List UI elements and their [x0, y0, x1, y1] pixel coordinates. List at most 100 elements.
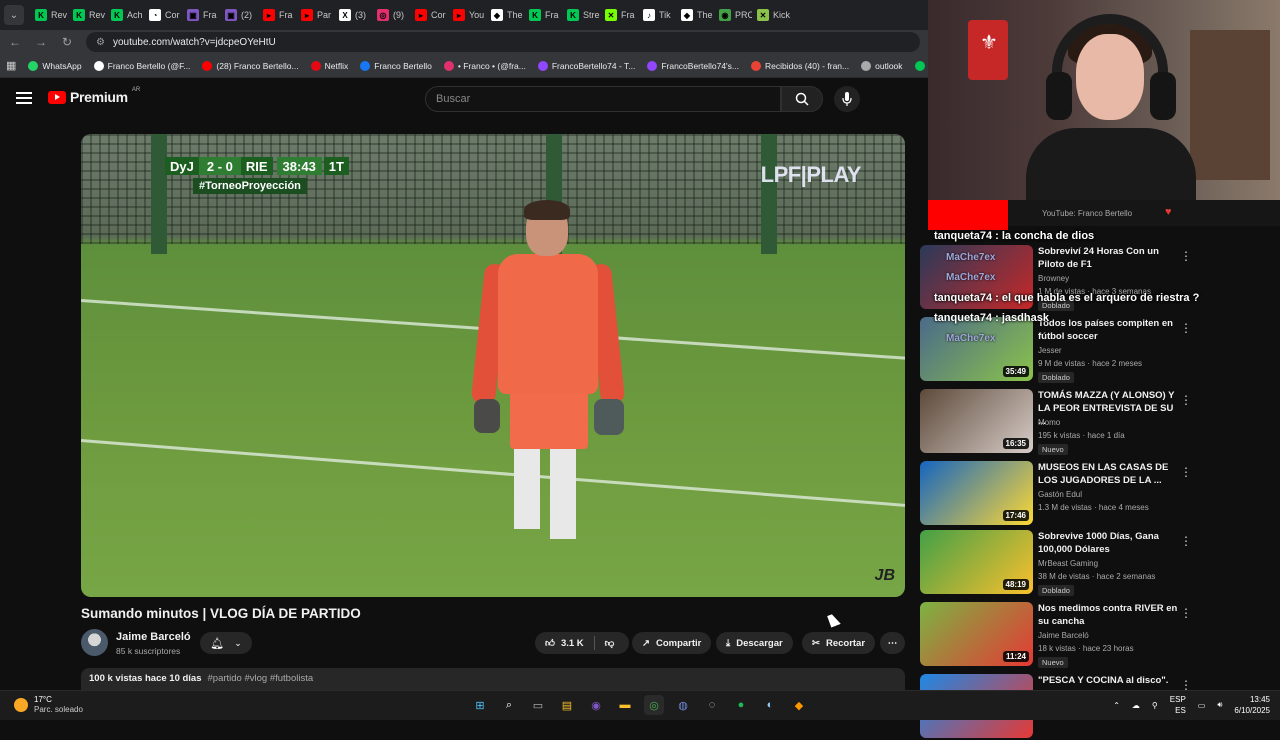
browser-tab[interactable]: ◆ The [486, 2, 524, 28]
like-count[interactable]: 3.1 K [561, 638, 584, 649]
download-button[interactable]: ⤓ Descargar [716, 632, 793, 654]
steam-icon[interactable]: ◐ [760, 695, 780, 715]
more-actions-button[interactable]: ⋯ [880, 632, 905, 654]
browser-tab[interactable]: K Ach [106, 2, 144, 28]
apps-grid-icon[interactable]: ▦ [6, 59, 16, 72]
video-thumbnail[interactable]: 48:19 [920, 530, 1033, 594]
bookmark[interactable]: FrancoBertello74's... [647, 60, 739, 71]
recommended-video[interactable]: 35:49 Todos los países compiten en fútbol… [920, 317, 1270, 383]
bookmark[interactable]: Netflix [310, 60, 348, 71]
recommended-video[interactable]: 17:46 MUSEOS EN LAS CASAS DE LOS JUGADORE… [920, 461, 1270, 527]
description-box[interactable]: 100 k vistas hace 10 días #partido #vlog… [81, 668, 905, 690]
browser-tab[interactable]: K Stre [562, 2, 600, 28]
search-input[interactable]: Buscar [425, 86, 781, 112]
more-options-icon[interactable]: ⋮ [1180, 606, 1192, 620]
bookmark[interactable]: • Franco • (@fra... [443, 60, 526, 71]
browser-tab[interactable]: ▸ You [448, 2, 486, 28]
browser-tab[interactable]: ▣ Fra [182, 2, 220, 28]
video-thumbnail[interactable]: 11:24 [920, 602, 1033, 666]
obs-icon[interactable]: ◌ [702, 695, 722, 715]
volume-icon[interactable]: 🔊︎ [1217, 700, 1222, 710]
task-view-icon[interactable]: ▭ [528, 695, 548, 715]
browser-tab[interactable]: ▸ Cor [410, 2, 448, 28]
browser-tab[interactable]: ▣ (2) [220, 2, 258, 28]
tab-search-icon[interactable]: ⌄ [4, 5, 24, 25]
hashtags[interactable]: #partido #vlog #futbolista [208, 673, 314, 685]
app-icon[interactable]: ◆ [789, 695, 809, 715]
bookmark[interactable]: Franco Bertello [360, 60, 432, 71]
recommended-channel[interactable]: MrBeast Gaming [1038, 559, 1098, 568]
thumbs-up-icon[interactable]: 👍︎ [545, 637, 555, 649]
voice-search-button[interactable] [834, 86, 860, 112]
forward-icon[interactable]: → [34, 35, 48, 49]
browser-tab[interactable]: K Fra [524, 2, 562, 28]
bookmark[interactable]: Recibidos (40) - fran... [751, 60, 849, 71]
video-player[interactable]: DyJ 2 - 0 RIE 38:43 1T #TorneoProyección… [81, 134, 905, 597]
site-info-icon[interactable]: ⚙ [96, 37, 105, 48]
video-thumbnail[interactable]: 16:35 [920, 389, 1033, 453]
microphone-icon[interactable]: ⚲ [1152, 701, 1158, 710]
discord-icon[interactable]: ◍ [673, 695, 693, 715]
browser-tab[interactable]: ▸ Par [296, 2, 334, 28]
language-indicator[interactable]: ESP ES [1170, 694, 1186, 716]
bookmark[interactable]: WhatsApp [28, 60, 82, 71]
browser-tab[interactable]: X (3) [334, 2, 372, 28]
recommended-title[interactable]: Sobreviví 24 Horas Con un Piloto de F1 [1038, 245, 1178, 271]
bookmark[interactable]: outlook [861, 60, 903, 71]
clock[interactable]: 13:45 6/10/2025 [1234, 694, 1270, 716]
channel-avatar[interactable] [81, 629, 108, 656]
browser-tab[interactable]: K Rev [30, 2, 68, 28]
reload-icon[interactable]: ↻ [60, 35, 74, 49]
browser-tab[interactable]: K Rev [68, 2, 106, 28]
browser-tab[interactable]: ◆ The [676, 2, 714, 28]
recommended-video[interactable]: 11:24 Nos medimos contra RIVER en su canc… [920, 602, 1270, 668]
browser-tab[interactable]: ◉ PRC [714, 2, 752, 28]
chrome-icon[interactable]: ◎ [644, 695, 664, 715]
recommended-title[interactable]: Nos medimos contra RIVER en su cancha [1038, 602, 1178, 628]
browser-tab[interactable]: ▸ Fra [258, 2, 296, 28]
display-icon[interactable]: ▭ [1198, 701, 1206, 710]
recommended-title[interactable]: Sobrevive 1000 Días, Gana 100,000 Dólare… [1038, 530, 1178, 556]
bookmark[interactable]: Aler [914, 60, 928, 71]
bookmark[interactable]: Franco Bertello (@F... [93, 60, 190, 71]
recommended-channel[interactable]: Jaime Barceló [1038, 631, 1089, 640]
recommended-channel[interactable]: Browney [1038, 274, 1069, 283]
menu-icon[interactable] [16, 92, 32, 104]
bookmark[interactable]: (28) Franco Bertello... [202, 60, 299, 71]
recommended-title[interactable]: MUSEOS EN LAS CASAS DE LOS JUGADORES DE … [1038, 461, 1178, 487]
search-icon[interactable]: ⌕ [499, 695, 519, 715]
recommended-video[interactable]: 48:19 Sobrevive 1000 Días, Gana 100,000 D… [920, 530, 1270, 596]
recommended-title[interactable]: "PESCA Y COCINA al disco". [1038, 674, 1178, 687]
youtube-logo[interactable]: Premium AR [48, 87, 140, 105]
file-explorer-icon[interactable]: ▬ [615, 695, 635, 715]
more-options-icon[interactable]: ⋮ [1180, 393, 1192, 407]
more-options-icon[interactable]: ⋮ [1180, 465, 1192, 479]
back-icon[interactable]: ← [8, 35, 22, 49]
recommended-video[interactable]: 16:35 TOMÁS MAZZA (Y ALONSO) Y LA PEOR EN… [920, 389, 1270, 455]
video-thumbnail[interactable]: 17:46 [920, 461, 1033, 525]
video-thumbnail[interactable]: 35:49 [920, 317, 1033, 381]
browser-tab[interactable]: ✕ Fra [600, 2, 638, 28]
search-button[interactable] [781, 86, 823, 112]
browser-tab[interactable]: ♪ Tik [638, 2, 676, 28]
network-icon[interactable]: ☁ [1132, 701, 1140, 710]
address-bar[interactable]: ⚙ youtube.com/watch?v=jdcpeOYeHtU [86, 32, 920, 52]
recommended-channel[interactable]: Jesser [1038, 346, 1062, 355]
store-icon[interactable]: ▤ [557, 695, 577, 715]
recommended-title[interactable]: Todos los países compiten en fútbol socc… [1038, 317, 1178, 343]
thumbs-down-icon[interactable]: 👎︎ [605, 637, 615, 649]
browser-tab[interactable]: ✕ Kick [752, 2, 790, 28]
spotify-icon[interactable]: ● [731, 695, 751, 715]
clip-button[interactable]: ✂ Recortar [802, 632, 876, 654]
share-button[interactable]: ↗ Compartir [632, 632, 712, 654]
start-icon[interactable]: ⊞ [470, 695, 490, 715]
recommended-channel[interactable]: Momo [1038, 418, 1060, 427]
recommended-channel[interactable]: Gastón Edul [1038, 490, 1082, 499]
browser-tab[interactable]: ◎ (9) [372, 2, 410, 28]
channel-name[interactable]: Jaime Barceló [116, 631, 191, 643]
chevron-up-icon[interactable]: ⌃ [1113, 701, 1120, 710]
more-options-icon[interactable]: ⋮ [1180, 249, 1192, 263]
weather-widget[interactable]: 17°C Parc. soleado [14, 695, 83, 714]
more-options-icon[interactable]: ⋮ [1180, 321, 1192, 335]
subscription-bell-button[interactable]: 🔔︎ ⌄ [200, 632, 252, 654]
